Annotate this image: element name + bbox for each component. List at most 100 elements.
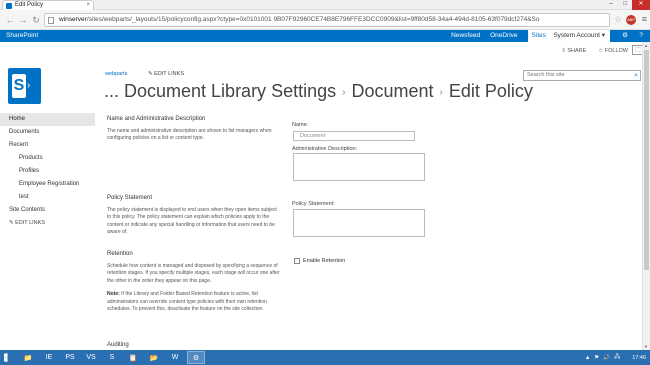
checkbox-box[interactable]	[294, 258, 300, 264]
note-text: If the Library and Folder Based Retentio…	[107, 291, 267, 312]
tray-expand-icon[interactable]: ▲	[585, 355, 590, 361]
taskbar-skype-icon[interactable]: S	[103, 351, 121, 364]
enable-retention-label: Enable Retention	[303, 258, 346, 264]
taskbar-visual-studio-icon[interactable]: VS	[82, 351, 100, 364]
search-icon[interactable]: ⌕	[634, 71, 638, 80]
taskbar-folder-icon[interactable]: 📂	[145, 351, 163, 364]
url-host: winserver	[59, 16, 87, 23]
taskbar-ie-icon[interactable]: IE	[40, 351, 58, 364]
section-heading: Name and Administrative Description	[107, 116, 206, 122]
share-label: SHARE	[567, 48, 587, 54]
tray-volume-icon[interactable]: 🔊	[603, 355, 610, 361]
system-tray: ▲ ⚑ 🔊 🖧 17:46	[585, 350, 646, 365]
browser-menu-icon[interactable]: ≡	[642, 14, 647, 24]
start-button[interactable]	[0, 350, 16, 365]
sharepoint-brand[interactable]: SharePoint	[6, 30, 38, 42]
site-search-input[interactable]: Search this site ⌕	[523, 70, 641, 81]
breadcrumb-site-link[interactable]: webparts	[105, 71, 127, 77]
top-edit-links-label: EDIT LINKS	[154, 71, 184, 77]
reload-icon[interactable]: ↻	[30, 14, 42, 26]
back-arrow-icon[interactable]: ←	[4, 14, 16, 26]
section-body: The policy statement is displayed to end…	[107, 206, 277, 236]
scrollbar-thumb[interactable]	[644, 50, 649, 270]
title-part-edit-policy: Edit Policy	[448, 81, 533, 101]
name-label: Name:	[292, 122, 309, 128]
page-icon	[48, 17, 54, 24]
taskbar-powershell-icon[interactable]: PS	[61, 351, 79, 364]
browser-titlebar: Edit Policy × – □ ✕	[0, 0, 650, 10]
page-title: ... Document Library Settings › Document › E…	[104, 81, 533, 102]
quicklaunch-item-products[interactable]: Products	[0, 152, 95, 165]
page-scrollbar[interactable]: ▲ ▼	[642, 42, 650, 350]
taskbar-explorer-icon[interactable]: 📁	[19, 351, 37, 364]
scroll-up-icon[interactable]: ▲	[644, 43, 648, 48]
quicklaunch-item-test[interactable]: test	[0, 191, 95, 204]
quicklaunch-item-home[interactable]: Home	[0, 113, 95, 126]
url-field[interactable]: winserver/sites/webparts/_layouts/15/pol…	[44, 13, 610, 27]
quicklaunch-item-employee-registration[interactable]: Employee Registration	[0, 178, 95, 191]
section-body: Schedule how content is managed and disp…	[107, 262, 280, 284]
admin-description-textarea[interactable]	[293, 153, 425, 181]
title-separator: ›	[342, 86, 346, 98]
section-heading: Policy Statement	[107, 195, 153, 201]
policy-name-input[interactable]	[293, 131, 415, 141]
maximize-button[interactable]: □	[618, 0, 632, 10]
adblock-extension-icon[interactable]: ABP	[626, 15, 636, 25]
taskbar-word-icon[interactable]: W	[166, 351, 184, 364]
share-button[interactable]: ⇪ SHARE	[561, 48, 586, 54]
suite-link-sites[interactable]: Sites	[527, 30, 550, 42]
title-part-library-settings[interactable]: ... Document Library Settings	[104, 81, 336, 101]
search-placeholder: Search this site	[527, 72, 565, 78]
enable-retention-checkbox[interactable]: Enable Retention	[294, 258, 345, 264]
logo-arrow-icon: ›	[27, 80, 31, 91]
quicklaunch-item-recent[interactable]: Recent	[0, 139, 95, 152]
bookmark-star-icon[interactable]: ☆	[614, 14, 622, 25]
taskbar-chrome-icon[interactable]: ⚙	[187, 351, 205, 364]
taskbar-app-icon[interactable]: 📋	[124, 351, 142, 364]
section-policy-statement: Policy Statement The policy statement is…	[107, 195, 282, 237]
section-retention: Retention Schedule how content is manage…	[107, 251, 282, 314]
section-heading: Auditing	[107, 342, 129, 348]
windows-logo-icon	[3, 353, 8, 362]
settings-gear-icon[interactable]: ⚙	[622, 30, 628, 42]
url-path: /sites/webparts/_layouts/15/policyconfig…	[86, 16, 540, 23]
account-menu[interactable]: System Account ▾	[548, 30, 610, 42]
section-body: The name and administrative description …	[107, 127, 272, 142]
section-name-description: Name and Administrative Description The …	[107, 116, 282, 143]
suite-link-onedrive[interactable]: OneDrive	[490, 30, 517, 42]
quicklaunch-item-site-contents[interactable]: Site Contents	[0, 204, 95, 217]
suite-links: Newsfeed OneDrive Sites	[451, 30, 550, 42]
browser-tab[interactable]: Edit Policy ×	[2, 0, 94, 10]
title-separator: ›	[439, 86, 443, 98]
quicklaunch-edit-links-label: EDIT LINKS	[15, 220, 45, 226]
tab-close-icon[interactable]: ×	[86, 1, 90, 10]
note-label: Note:	[107, 291, 120, 297]
suite-bar: SharePoint Newsfeed OneDrive Sites Syste…	[0, 30, 650, 42]
follow-label: FOLLOW	[604, 48, 628, 54]
tray-flag-icon[interactable]: ⚑	[594, 355, 599, 361]
clock[interactable]: 17:46	[632, 355, 646, 361]
forward-arrow-icon[interactable]: →	[17, 14, 29, 26]
policy-statement-textarea[interactable]	[293, 209, 425, 237]
suite-link-newsfeed[interactable]: Newsfeed	[451, 30, 480, 42]
page-actions: ⇪ SHARE ☆ FOLLOW	[561, 48, 628, 54]
policy-statement-label: Policy Statement:	[292, 201, 335, 207]
quicklaunch-item-documents[interactable]: Documents	[0, 126, 95, 139]
top-edit-links[interactable]: ✎ EDIT LINKS	[148, 71, 184, 77]
scroll-down-icon[interactable]: ▼	[644, 344, 648, 349]
sharepoint-favicon-icon	[6, 3, 12, 9]
window-controls: – □ ✕	[604, 0, 650, 10]
sharepoint-logo-icon: S	[12, 74, 26, 98]
admin-description-label: Administrative Description:	[292, 146, 358, 152]
follow-button[interactable]: ☆ FOLLOW	[598, 48, 628, 54]
quicklaunch-item-profiles[interactable]: Profiles	[0, 165, 95, 178]
site-logo[interactable]: S ›	[8, 68, 41, 104]
tray-network-icon[interactable]: 🖧	[614, 353, 620, 362]
window-close-button[interactable]: ✕	[632, 0, 650, 10]
section-heading: Retention	[107, 251, 133, 257]
title-part-document[interactable]: Document	[351, 81, 433, 101]
quick-launch: Home Documents Recent Products Profiles …	[0, 113, 95, 230]
quicklaunch-edit-links[interactable]: ✎ EDIT LINKS	[0, 217, 95, 230]
help-icon[interactable]: ?	[639, 30, 643, 42]
minimize-button[interactable]: –	[604, 0, 618, 10]
